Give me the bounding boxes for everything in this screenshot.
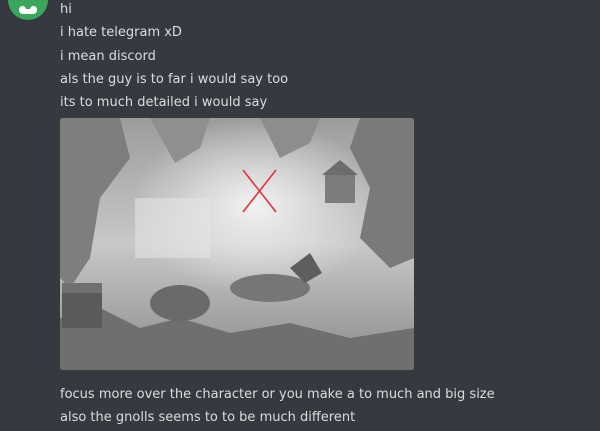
message-text: i hate telegram xD xyxy=(60,25,182,40)
chat-window: hi i hate telegram xD i mean discord als… xyxy=(0,0,600,431)
pencil-drawing-image xyxy=(60,118,414,370)
message-text: i mean discord xyxy=(60,49,156,64)
message-text: also the gnolls seems to to be much diff… xyxy=(60,410,356,425)
message-text: its to much detailed i would say xyxy=(60,95,268,110)
image-attachment[interactable] xyxy=(60,118,414,370)
message-text: focus more over the character or you mak… xyxy=(60,387,495,402)
message-text: als the guy is to far i would say too xyxy=(60,72,289,87)
message-text: hi xyxy=(60,2,72,17)
user-avatar[interactable] xyxy=(8,0,48,20)
avatar-mouth-icon xyxy=(19,9,37,14)
